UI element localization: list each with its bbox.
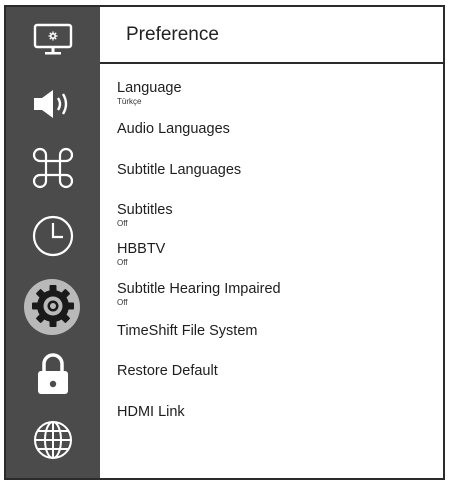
menu-item-subtitles[interactable]: Subtitles Off (117, 200, 433, 236)
gear-icon (32, 285, 74, 327)
sidebar-item-network[interactable] (6, 415, 100, 465)
sidebar (6, 7, 100, 478)
menu-item-timeshift-file-system[interactable]: TimeShift File System (117, 320, 433, 356)
speaker-icon (34, 90, 68, 118)
sidebar-item-lock[interactable] (6, 349, 100, 399)
menu-item-restore-default[interactable]: Restore Default (117, 360, 433, 396)
menu-item-value: Off (117, 258, 128, 267)
sidebar-item-settings[interactable] (6, 279, 100, 335)
menu-item-label: Subtitle Hearing Impaired (117, 281, 281, 297)
menu-item-label: Subtitle Languages (117, 162, 242, 178)
sidebar-item-timer[interactable] (6, 211, 100, 261)
sidebar-item-apps[interactable] (6, 143, 100, 193)
menu-item-value: Türkçe (117, 97, 142, 106)
menu-item-hbbtv[interactable]: HBBTV Off (117, 239, 433, 275)
menu-item-label: TimeShift File System (117, 323, 258, 339)
menu-item-audio-languages[interactable]: Audio Languages (117, 118, 433, 154)
settings-window: Preference Language Türkçe Audio Languag… (4, 5, 445, 480)
panel-header: Preference (100, 7, 443, 64)
menu-item-hdmi-link[interactable]: HDMI Link (117, 401, 433, 437)
menu-item-subtitle-hearing-impaired[interactable]: Subtitle Hearing Impaired Off (117, 279, 433, 315)
preference-panel: Preference Language Türkçe Audio Languag… (100, 7, 443, 478)
monitor-icon (33, 23, 73, 55)
page-title: Preference (126, 24, 219, 45)
sidebar-item-sound[interactable] (6, 79, 100, 129)
menu-item-label: Restore Default (117, 363, 218, 379)
menu-item-label: Subtitles (117, 202, 173, 218)
menu-item-value: Off (117, 219, 128, 228)
menu-item-subtitle-languages[interactable]: Subtitle Languages (117, 159, 433, 195)
clock-icon (32, 215, 74, 257)
padlock-icon (38, 353, 68, 394)
globe-icon (34, 421, 72, 459)
menu-item-language[interactable]: Language Türkçe (117, 78, 433, 114)
menu-item-label: Language (117, 80, 182, 96)
menu-item-label: Audio Languages (117, 121, 230, 137)
command-icon (32, 147, 74, 189)
menu-item-value: Off (117, 298, 128, 307)
menu-item-label: HDMI Link (117, 404, 185, 420)
sidebar-item-picture[interactable] (6, 15, 100, 65)
menu-item-label: HBBTV (117, 241, 166, 257)
